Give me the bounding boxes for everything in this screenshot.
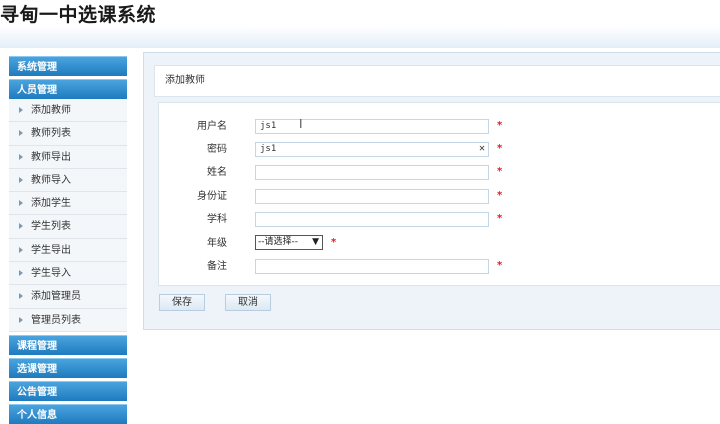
subject-input[interactable]: [255, 212, 489, 227]
sidebar-item-add-admin[interactable]: 添加管理员: [9, 285, 127, 309]
sidebar-item-label: 学生列表: [31, 221, 71, 233]
required-mark: *: [331, 237, 337, 248]
sidebar-item-label: 学生导入: [31, 268, 71, 280]
header-band: [0, 26, 720, 48]
remark-row: 备注 *: [159, 259, 720, 279]
required-mark: *: [497, 213, 503, 224]
username-row: 用户名 js1 I *: [159, 117, 720, 139]
required-mark: *: [497, 120, 503, 131]
arrow-right-icon: [19, 176, 23, 183]
password-input[interactable]: js1 ✕: [255, 142, 489, 157]
sidebar-item-student-import[interactable]: 学生导入: [9, 262, 127, 286]
arrow-right-icon: [19, 200, 23, 207]
page-title: 添加教师: [154, 65, 720, 97]
sidebar-item-teacher-export[interactable]: 教师导出: [9, 146, 127, 169]
sidebar-item-label: 教师导入: [31, 174, 71, 186]
arrow-right-icon: [19, 293, 23, 300]
subject-label: 学科: [207, 214, 227, 225]
sidebar-item-add-student[interactable]: 添加学生: [9, 192, 127, 216]
personnel-submenu: 添加教师 教师列表 教师导出 教师导入 添加学生 学生列表 学生导出 学生导入 …: [9, 99, 127, 332]
arrow-right-icon: [19, 223, 23, 230]
password-label: 密码: [207, 144, 227, 155]
subject-row: 学科 *: [159, 212, 720, 232]
close-icon[interactable]: ✕: [479, 142, 485, 155]
arrow-right-icon: [19, 246, 23, 253]
sidebar-item-teacher-list[interactable]: 教师列表: [9, 122, 127, 146]
teacher-form: 用户名 js1 I * 密码 js1 ✕ * 姓名 * 身份证 * 学科 * 年…: [158, 102, 720, 286]
menu-notice[interactable]: 公告管理: [9, 380, 127, 401]
menu-personnel[interactable]: 人员管理: [9, 79, 127, 99]
sidebar-item-label: 添加教师: [31, 105, 71, 116]
main-panel: 添加教师 用户名 js1 I * 密码 js1 ✕ * 姓名 * 身份证 * 学…: [143, 52, 720, 330]
arrow-right-icon: [19, 107, 23, 113]
sidebar-item-label: 管理员列表: [31, 314, 81, 326]
grade-row: 年级 --请选择-- ▼ *: [159, 235, 720, 256]
sidebar-item-label: 添加学生: [31, 198, 71, 210]
username-label: 用户名: [197, 121, 227, 132]
sidebar: 系统管理 人员管理 添加教师 教师列表 教师导出 教师导入 添加学生 学生列表 …: [9, 56, 127, 424]
password-row: 密码 js1 ✕ *: [159, 142, 720, 162]
sidebar-item-label: 教师列表: [31, 128, 71, 140]
required-mark: *: [497, 260, 503, 271]
menu-profile[interactable]: 个人信息: [9, 403, 127, 424]
grade-label: 年级: [207, 238, 227, 249]
sidebar-item-teacher-import[interactable]: 教师导入: [9, 169, 127, 193]
name-input[interactable]: [255, 165, 489, 180]
id-card-row: 身份证 *: [159, 189, 720, 209]
arrow-right-icon: [19, 316, 23, 323]
cancel-button[interactable]: 取消: [225, 294, 271, 311]
sidebar-item-label: 学生导出: [31, 244, 71, 256]
arrow-right-icon: [19, 153, 23, 160]
username-input[interactable]: js1: [255, 119, 489, 134]
sidebar-item-student-export[interactable]: 学生导出: [9, 239, 127, 263]
sidebar-item-student-list[interactable]: 学生列表: [9, 215, 127, 239]
id-card-input[interactable]: [255, 189, 489, 204]
sidebar-item-add-teacher[interactable]: 添加教师: [9, 99, 127, 123]
sidebar-item-admin-list[interactable]: 管理员列表: [9, 309, 127, 332]
password-value: js1: [260, 144, 277, 154]
grade-select[interactable]: --请选择-- ▼: [255, 235, 323, 250]
arrow-right-icon: [19, 270, 23, 277]
save-button[interactable]: 保存: [159, 294, 205, 311]
required-mark: *: [497, 190, 503, 201]
name-row: 姓名 *: [159, 165, 720, 185]
menu-system[interactable]: 系统管理: [9, 56, 127, 76]
required-mark: *: [497, 143, 503, 154]
id-card-label: 身份证: [197, 191, 227, 202]
name-label: 姓名: [207, 167, 227, 178]
grade-selected: --请选择--: [258, 237, 298, 247]
menu-course[interactable]: 课程管理: [9, 334, 127, 355]
app-title: 寻甸一中选课系统: [0, 4, 157, 26]
sidebar-item-label: 教师导出: [31, 151, 71, 163]
text-cursor-icon: I: [299, 117, 303, 131]
remark-input[interactable]: [255, 259, 489, 274]
menu-selection[interactable]: 选课管理: [9, 357, 127, 378]
remark-label: 备注: [207, 261, 227, 272]
sidebar-item-label: 添加管理员: [31, 291, 81, 303]
required-mark: *: [497, 166, 503, 177]
chevron-down-icon: ▼: [312, 237, 319, 247]
arrow-right-icon: [19, 130, 23, 137]
